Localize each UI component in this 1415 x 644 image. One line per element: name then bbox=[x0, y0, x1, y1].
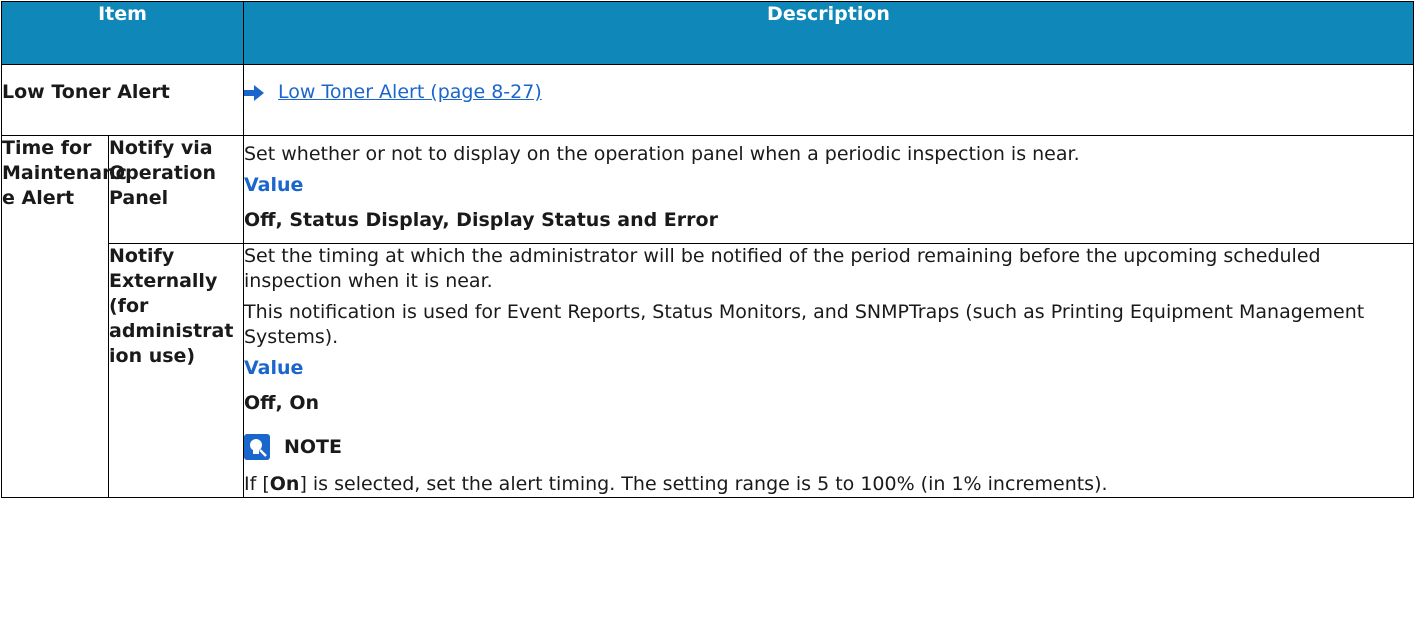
table-header-row: Item Description bbox=[1, 1, 1414, 65]
description-column-header: Description bbox=[243, 1, 1414, 65]
table-row: Notify Externally (for administrat ion u… bbox=[2, 243, 1414, 498]
item-column-header: Item bbox=[1, 1, 244, 65]
value-options: Off, On bbox=[244, 392, 320, 414]
note-bold-key: On bbox=[269, 473, 300, 495]
subitem-notify-externally: Notify Externally (for administrat ion u… bbox=[108, 243, 244, 498]
description-cell: Low Toner Alert (page 8-27) bbox=[243, 64, 1414, 136]
settings-table: Item Description Low Toner Alert Low Ton… bbox=[1, 1, 1414, 498]
value-label: Value bbox=[244, 357, 304, 379]
table-row: Time for Maintenanc e Alert Notify via O… bbox=[1, 135, 1414, 498]
note-header: NOTE bbox=[244, 434, 1413, 460]
cross-reference: Low Toner Alert (page 8-27) bbox=[244, 80, 1413, 105]
item-time-for-maintenance-alert: Time for Maintenanc e Alert bbox=[1, 135, 127, 498]
description-cell: Set whether or not to display on the ope… bbox=[243, 135, 1414, 244]
value-label: Value bbox=[244, 174, 304, 196]
note-text-prefix: If [ bbox=[244, 473, 270, 495]
lightbulb-note-icon bbox=[244, 434, 270, 460]
note-text: If [On] is selected, set the alert timin… bbox=[244, 472, 1413, 497]
low-toner-alert-link[interactable]: Low Toner Alert (page 8-27) bbox=[278, 80, 542, 105]
description-text: This notification is used for Event Repo… bbox=[244, 301, 1365, 348]
subitem-notify-via-operation-panel: Notify via Operation Panel bbox=[108, 135, 244, 244]
description-text: Set the timing at which the administrato… bbox=[244, 245, 1321, 292]
note-text-suffix: ] is selected, set the alert timing. The… bbox=[299, 473, 1108, 495]
description-cell: Set the timing at which the administrato… bbox=[243, 243, 1414, 498]
item-low-toner-alert: Low Toner Alert bbox=[1, 64, 244, 136]
description-text: Set whether or not to display on the ope… bbox=[244, 143, 1080, 165]
note-label: NOTE bbox=[284, 435, 342, 458]
right-arrow-icon bbox=[244, 84, 264, 101]
table-row: Low Toner Alert Low Toner Alert (page 8-… bbox=[1, 64, 1414, 136]
value-options: Off, Status Display, Display Status and … bbox=[244, 209, 718, 231]
